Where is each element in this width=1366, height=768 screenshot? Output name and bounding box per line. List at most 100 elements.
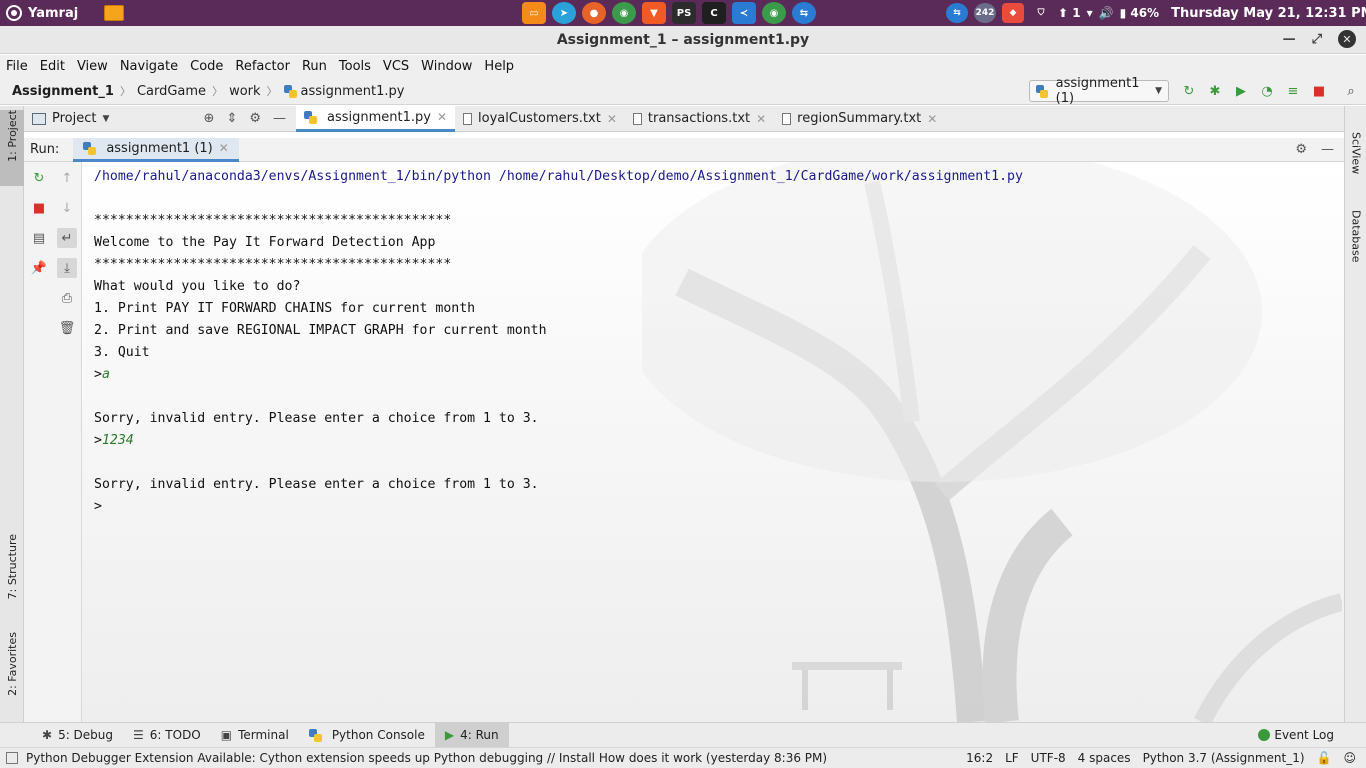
breadcrumb-folder-work[interactable]: work — [229, 84, 260, 99]
line-separator[interactable]: LF — [1005, 751, 1019, 765]
down-arrow-icon[interactable]: ↓ — [57, 198, 77, 218]
minimize-icon[interactable]: — — [1283, 32, 1296, 47]
tool-tab-favorites[interactable]: 2: Favorites — [0, 632, 24, 716]
menu-edit[interactable]: Edit — [40, 59, 65, 74]
status-message[interactable]: Python Debugger Extension Available: Cyt… — [26, 751, 827, 765]
tool-tab-database[interactable]: Database — [1345, 210, 1366, 263]
chevron-right-icon: 〉 — [119, 85, 131, 98]
breadcrumb-file[interactable]: assignment1.py — [301, 84, 405, 99]
tool-tab-structure[interactable]: 7: Structure — [0, 534, 24, 618]
files-icon[interactable]: ▭ — [522, 2, 546, 24]
shield-icon[interactable]: ⛉ — [1030, 3, 1052, 23]
close-tab-icon[interactable]: ✕ — [927, 112, 937, 126]
menu-view[interactable]: View — [77, 59, 108, 74]
up-arrow-icon[interactable]: ↑ — [57, 168, 77, 188]
project-settings-gear-icon[interactable]: ⚙ — [249, 111, 261, 126]
run-concurrency-icon[interactable]: ≡ — [1284, 82, 1302, 100]
clock[interactable]: Thursday May 21, 12:31 PM — [1171, 6, 1366, 21]
brave-icon[interactable]: ▼ — [642, 2, 666, 24]
menu-window[interactable]: Window — [421, 59, 472, 74]
stop-icon[interactable]: ■ — [1310, 82, 1328, 100]
tool-python-console[interactable]: Python Console — [299, 723, 435, 748]
menu-help[interactable]: Help — [484, 59, 514, 74]
collapse-all-icon[interactable]: ⇕ — [226, 111, 237, 126]
menu-run[interactable]: Run — [302, 59, 327, 74]
hide-run-panel-icon[interactable]: — — [1321, 142, 1334, 157]
python-interpreter[interactable]: Python 3.7 (Assignment_1) — [1143, 751, 1305, 765]
lock-icon[interactable]: 🔓 — [1317, 751, 1332, 765]
file-encoding[interactable]: UTF-8 — [1031, 751, 1066, 765]
close-tab-icon[interactable]: ✕ — [607, 112, 617, 126]
editor-tab-loyalcustomers[interactable]: loyalCustomers.txt ✕ — [455, 106, 625, 132]
event-log[interactable]: Event Log — [1258, 728, 1366, 742]
pin-tab-icon[interactable]: 📌 — [29, 258, 49, 278]
tool-todo-label: 6: TODO — [149, 728, 201, 742]
run-with-coverage-icon[interactable]: ▶ — [1232, 82, 1250, 100]
restore-layout-icon[interactable]: ▤ — [29, 228, 49, 248]
menu-file[interactable]: File — [6, 59, 28, 74]
menu-tools[interactable]: Tools — [339, 59, 371, 74]
update-indicator[interactable]: ⬆ 1 — [1058, 6, 1081, 20]
clion-icon[interactable]: C — [702, 2, 726, 24]
user-menu[interactable]: Yamraj — [0, 5, 78, 21]
bug-icon: ✱ — [42, 728, 53, 742]
run-configuration-select[interactable]: assignment1 (1) ▼ — [1029, 76, 1169, 106]
tool-tab-project[interactable]: 1: Project — [0, 110, 24, 186]
trash-icon[interactable]: 🗑 — [57, 318, 77, 338]
vscode-icon[interactable]: ≺ — [732, 2, 756, 24]
teamviewer-icon[interactable]: ⇆ — [792, 2, 816, 24]
editor-tab-regionsummary[interactable]: regionSummary.txt ✕ — [774, 106, 945, 132]
debug-icon[interactable]: ✱ — [1206, 82, 1224, 100]
battery-indicator[interactable]: ▮ 46% — [1120, 6, 1160, 20]
telegram-icon[interactable]: ➤ — [552, 2, 576, 24]
breadcrumb-folder-cardgame[interactable]: CardGame — [137, 84, 206, 99]
inspector-icon[interactable]: ☺ — [1343, 751, 1356, 765]
teamviewer-tray-icon[interactable]: ⇆ — [946, 3, 968, 23]
close-icon[interactable]: ✕ — [1338, 30, 1356, 48]
menu-navigate[interactable]: Navigate — [120, 59, 178, 74]
console-command[interactable]: /home/rahul/anaconda3/envs/Assignment_1/… — [94, 169, 1023, 184]
rerun-icon[interactable]: ↻ — [29, 168, 49, 188]
files-folder-icon[interactable] — [104, 5, 125, 21]
editor-tab-assignment1[interactable]: assignment1.py ✕ — [296, 105, 456, 132]
breadcrumb-project[interactable]: Assignment_1 — [12, 84, 114, 99]
restore-icon[interactable]: ⤢ — [1312, 32, 1322, 47]
firefox-icon[interactable]: ● — [582, 2, 606, 24]
notification-icon[interactable]: 242 — [974, 3, 996, 23]
tool-todo[interactable]: ☰ 6: TODO — [123, 723, 211, 748]
chrome-icon[interactable]: ◉ — [612, 2, 636, 24]
close-tab-icon[interactable]: ✕ — [219, 141, 229, 155]
wifi-icon[interactable]: ▾ — [1087, 6, 1093, 20]
indent-setting[interactable]: 4 spaces — [1078, 751, 1131, 765]
chrome-alt-icon[interactable]: ◉ — [762, 2, 786, 24]
project-view-selector[interactable]: Project ▼ ⊕ ⇕ ⚙ — — [24, 111, 296, 126]
run-tab-assignment1[interactable]: assignment1 (1) ✕ — [73, 137, 239, 162]
locate-file-icon[interactable]: ⊕ — [204, 111, 215, 126]
tool-terminal[interactable]: ▣ Terminal — [211, 723, 299, 748]
hide-panel-icon[interactable]: — — [273, 111, 286, 126]
search-icon[interactable]: ⌕ — [1342, 82, 1360, 100]
scroll-to-end-icon[interactable]: ⤓ — [57, 258, 77, 278]
close-tab-icon[interactable]: ✕ — [437, 110, 447, 124]
run-settings-gear-icon[interactable]: ⚙ — [1295, 142, 1307, 157]
caret-position[interactable]: 16:2 — [966, 751, 993, 765]
soft-wrap-icon[interactable]: ↵ — [57, 228, 77, 248]
volume-icon[interactable]: 🔊 — [1099, 6, 1114, 20]
rerun-icon[interactable]: ↻ — [1180, 82, 1198, 100]
close-tab-icon[interactable]: ✕ — [756, 112, 766, 126]
menu-vcs[interactable]: VCS — [383, 59, 409, 74]
console-prompt[interactable]: > — [94, 499, 102, 514]
tool-run[interactable]: ▶ 4: Run — [434, 722, 509, 748]
editor-tab-transactions[interactable]: transactions.txt ✕ — [625, 106, 774, 132]
tool-debug[interactable]: ✱ 5: Debug — [32, 723, 123, 748]
menu-code[interactable]: Code — [190, 59, 223, 74]
tool-tab-sciview[interactable]: SciView — [1345, 132, 1366, 174]
phpstorm-icon[interactable]: PS — [672, 2, 696, 24]
anydesk-icon[interactable]: ◆ — [1002, 3, 1024, 23]
menu-refactor[interactable]: Refactor — [235, 59, 290, 74]
profile-icon[interactable]: ◔ — [1258, 82, 1276, 100]
toggle-tool-windows-icon[interactable] — [6, 752, 18, 764]
print-icon[interactable]: ⎙ — [57, 288, 77, 308]
stop-icon[interactable]: ■ — [29, 198, 49, 218]
run-console[interactable]: /home/rahul/anaconda3/envs/Assignment_1/… — [82, 162, 1344, 722]
